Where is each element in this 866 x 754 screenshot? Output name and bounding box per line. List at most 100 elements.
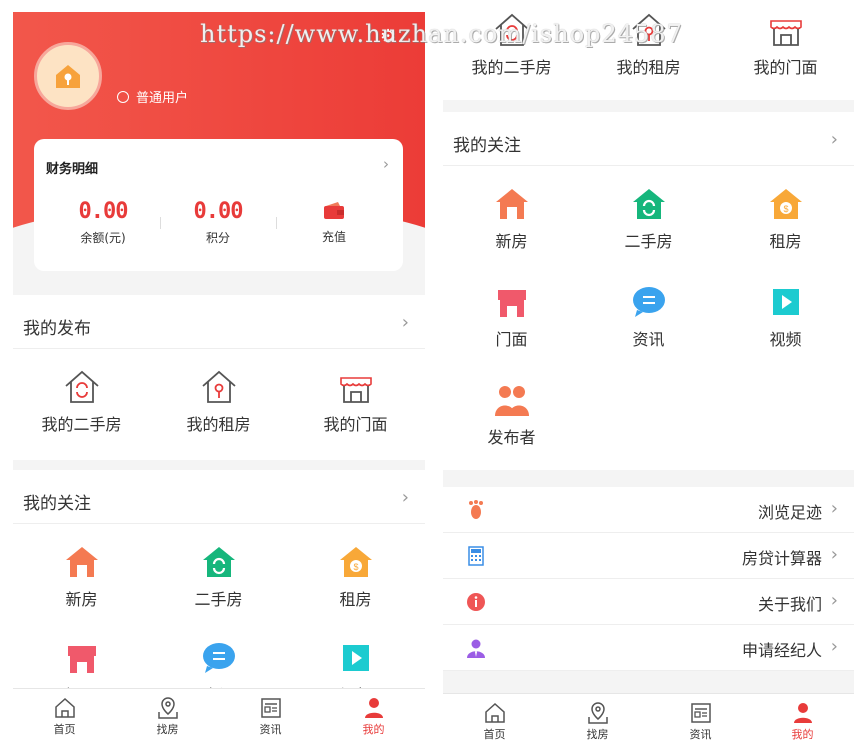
points-label: 积分 [205,231,230,245]
new-house-icon [62,542,102,582]
user-icon [322,695,425,721]
finance-title: 财务明细 [46,162,99,177]
tab-label: 资讯 [259,723,282,736]
tab-label: 首页 [483,728,506,741]
tab-label: 找房 [156,723,179,736]
item-label: 我的门面 [753,58,818,77]
avatar[interactable] [34,42,102,110]
list-item-about-us[interactable]: 关于我们 › [443,579,854,625]
news-icon [219,695,322,721]
house-key-icon [56,65,80,88]
list-item-apply-agent[interactable]: 申请经纪人 › [443,625,854,671]
publish-item-shop[interactable]: 我的门面 [287,367,424,435]
publish-item-shop[interactable]: 我的门面 [717,10,854,78]
recharge-item[interactable]: 充值 [279,201,389,245]
section-title: 我的关注 [23,494,91,514]
item-label: 我的二手房 [41,415,122,434]
tab-label: 我的 [791,728,814,741]
my-follow-section: 我的关注 › 新房 二手房 $ 租房 门面 资讯 视频 发布者 [443,112,854,470]
bottom-tab-bar: 首页 找房 资讯 我的 [13,688,425,743]
second-hand-house-icon [199,542,239,582]
item-label: 资讯 [632,330,665,349]
tab-home[interactable]: 首页 [443,700,546,742]
divider [276,217,277,229]
item-label: 租房 [339,590,372,609]
chevron-right-icon[interactable]: › [402,312,409,333]
tab-news[interactable]: 资讯 [649,700,752,742]
play-icon [766,282,806,322]
svg-text:$: $ [353,562,358,572]
house-refresh-icon [62,367,102,407]
follow-item-new-house[interactable]: 新房 [13,542,150,610]
list-item-loan-calculator[interactable]: 房贷计算器 › [443,533,854,579]
points-item[interactable]: 0.00 积分 [163,199,273,246]
map-pin-icon [116,695,219,721]
info-icon [465,591,487,613]
rent-house-icon: $ [766,184,806,224]
item-label: 发布者 [487,428,536,447]
publish-item-second-hand[interactable]: 我的二手房 [13,367,150,435]
tab-mine[interactable]: 我的 [322,695,425,737]
list-item-browse-history[interactable]: 浏览足迹 › [443,487,854,533]
tab-label: 找房 [586,728,609,741]
tab-label: 首页 [53,723,76,736]
tab-find-house[interactable]: 找房 [116,695,219,737]
divider [13,523,425,524]
right-screen: 我的二手房 我的租房 我的门面 我的关注 › 新房 二手房 $ 租房 门面 资讯… [443,0,854,748]
follow-item-new-house[interactable]: 新房 [443,184,580,252]
home-icon [13,695,116,721]
recharge-label: 充值 [321,230,346,244]
shop-icon [62,638,102,678]
user-type: 普通用户 [117,87,188,106]
item-label: 二手房 [624,232,673,251]
chevron-right-icon[interactable]: › [831,129,838,150]
divider [443,165,854,166]
finance-card[interactable]: 财务明细 › 0.00 余额(元) 0.00 积分 充值 [34,139,403,271]
item-label: 新房 [65,590,98,609]
people-icon [492,380,532,420]
divider [160,217,161,229]
chevron-right-icon[interactable]: › [402,487,409,508]
item-label: 新房 [495,232,528,251]
follow-item-publisher[interactable]: 发布者 [443,380,580,448]
balance-item[interactable]: 0.00 余额(元) [48,199,158,246]
user-icon [751,700,854,726]
map-pin-icon [546,700,649,726]
follow-item-second-hand[interactable]: 二手房 [150,542,287,610]
follow-item-rent[interactable]: $ 租房 [717,184,854,252]
tab-find-house[interactable]: 找房 [546,700,649,742]
footprint-icon [465,499,487,521]
tab-news[interactable]: 资讯 [219,695,322,737]
follow-item-news[interactable]: 资讯 [580,282,717,350]
wallet-icon [279,201,389,223]
divider [13,348,425,349]
tab-mine[interactable]: 我的 [751,700,854,742]
list-label: 申请经纪人 [741,641,822,660]
my-follow-section: 我的关注 › 新房 二手房 $ 租房 门面 资讯 视频 [13,470,425,705]
tab-label: 资讯 [689,728,712,741]
publish-item-rent[interactable]: 我的租房 [150,367,287,435]
follow-item-rent[interactable]: $ 租房 [287,542,424,610]
follow-item-shop[interactable]: 门面 [443,282,580,350]
home-icon [443,700,546,726]
item-label: 门面 [495,330,528,349]
chat-bubble-icon [199,638,239,678]
item-label: 我的租房 [186,415,251,434]
shop-outline-icon [336,367,376,407]
balance-label: 余额(元) [80,231,126,245]
chevron-right-icon: › [383,155,389,173]
tab-home[interactable]: 首页 [13,695,116,737]
follow-item-video[interactable]: 视频 [717,282,854,350]
list-label: 关于我们 [757,595,822,614]
bottom-tab-bar: 首页 找房 资讯 我的 [443,693,854,748]
section-title: 我的关注 [453,136,521,156]
my-publish-section: 我的发布 › 我的二手房 我的租房 我的门面 [13,295,425,460]
house-key-outline-icon [199,367,239,407]
user-icon [117,90,129,103]
item-label: 二手房 [194,590,243,609]
item-label: 我的门面 [323,415,388,434]
shop-icon [492,282,532,322]
play-icon [336,638,376,678]
chevron-right-icon: › [830,544,838,565]
follow-item-second-hand[interactable]: 二手房 [580,184,717,252]
